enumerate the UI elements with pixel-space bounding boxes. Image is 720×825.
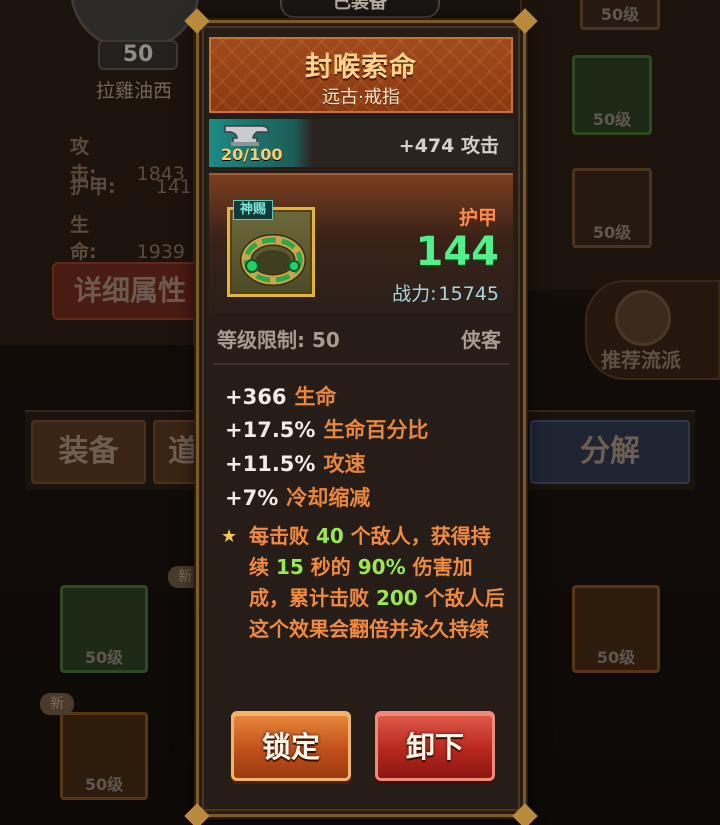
jade-ring-icon	[240, 234, 306, 286]
stat-line: +17.5% 生命百分比	[225, 418, 429, 442]
stat-line: +7% 冷却缩减	[225, 486, 371, 510]
thumbs-up-icon	[615, 290, 671, 346]
equipment-slot-panel: 50级 50级 50级	[520, 0, 720, 290]
main-stat-value: 144	[415, 229, 500, 275]
unequip-button[interactable]: 卸下	[375, 711, 495, 781]
bg-stat-armor: 护甲: 141	[70, 176, 192, 198]
legendary-effect: ★ 每击败 40 个敌人，获得持续 15 秒的 90% 伤害加成，累计击败 20…	[221, 521, 507, 645]
enhance-bonus: +474 攻击	[398, 135, 499, 157]
character-panel: 50 拉雞油西 攻击: 1843 护甲: 141 生命: 1939 详细属性	[0, 0, 202, 345]
item-title-bar: 封喉索命 远古·戒指	[209, 37, 513, 113]
star-icon: ★	[221, 526, 238, 547]
inventory-slot[interactable]: 50级	[572, 585, 660, 673]
divider	[213, 363, 509, 365]
tab-dismantle[interactable]: 分解	[530, 420, 690, 484]
enhance-bar: 20/100 +474 攻击	[209, 119, 513, 167]
divine-gift-tag: 神赐	[233, 200, 273, 220]
combat-power-label: 战力:	[392, 283, 437, 305]
item-name: 封喉索命	[305, 52, 417, 83]
equip-slot[interactable]: 50级	[572, 168, 652, 248]
level-requirement: 等级限制: 50	[217, 328, 340, 352]
bg-stat-health: 生命: 1939	[70, 214, 185, 263]
main-stat-label: 护甲	[458, 207, 497, 229]
anvil-icon	[224, 125, 269, 146]
inventory-slot[interactable]: 50级	[60, 585, 148, 673]
character-level: 50	[98, 40, 178, 70]
item-tooltip: 封喉索命 远古·戒指 20/100 +474 攻击 神赐 护甲 144 战力: 1…	[184, 8, 538, 825]
item-icon-frame	[227, 207, 315, 297]
recommend-build-button[interactable]: 推荐流派	[585, 280, 720, 380]
combat-power: 战力: 15745	[392, 279, 499, 306]
new-item-tag: 新	[40, 693, 74, 715]
item-card: 神赐 护甲 144 战力: 15745	[209, 173, 513, 313]
character-name: 拉雞油西	[96, 80, 173, 102]
class-name: 侠客	[461, 328, 501, 352]
combat-power-value: 15745	[438, 283, 499, 305]
legendary-effect-text: 每击败 40 个敌人，获得持续 15 秒的 90% 伤害加成，累计击败 200 …	[249, 524, 505, 641]
lock-button[interactable]: 锁定	[231, 711, 351, 781]
item-type: 远古·戒指	[322, 87, 400, 108]
inventory-slot[interactable]: 50级	[60, 712, 148, 800]
equip-slot[interactable]: 50级	[580, 0, 660, 30]
equip-slot[interactable]: 50级	[572, 55, 652, 135]
stat-line: +11.5% 攻速	[225, 452, 366, 476]
stat-line: +366 生命	[225, 385, 337, 409]
detail-attributes-button[interactable]: 详细属性	[52, 262, 202, 320]
enhance-progress: 20/100	[221, 145, 283, 164]
equipped-badge: 已装备	[280, 0, 440, 18]
tab-equipment[interactable]: 装备	[31, 420, 146, 484]
requirement-row: 等级限制: 50 侠客	[209, 319, 513, 361]
